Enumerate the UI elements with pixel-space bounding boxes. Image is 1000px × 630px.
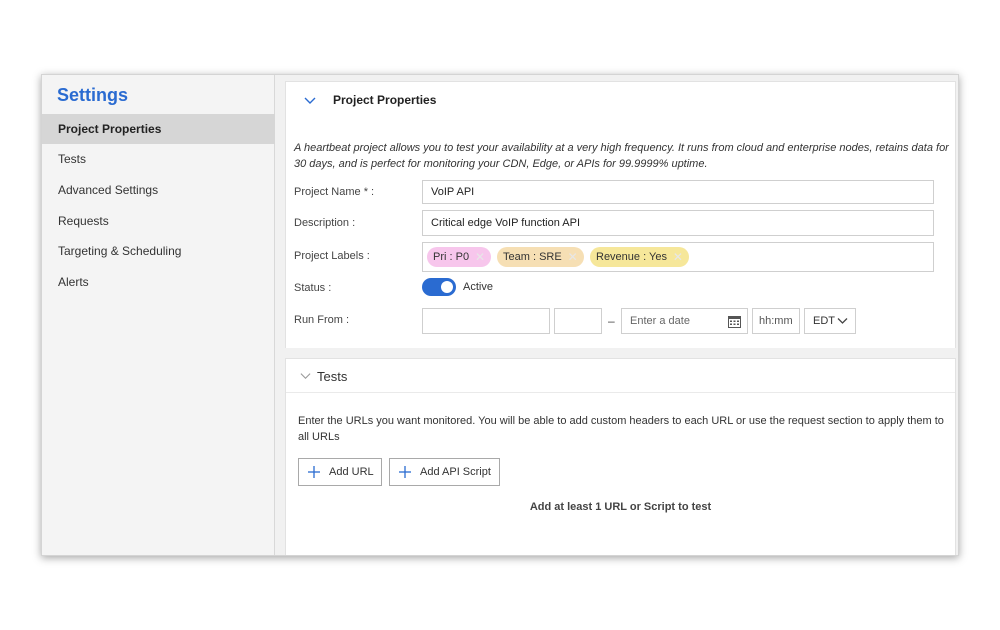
project-properties-header[interactable]: Project Properties	[286, 82, 955, 116]
main-content: Project Properties A heartbeat project a…	[275, 75, 958, 555]
project-name-label: Project Name * :	[294, 186, 375, 198]
calendar-icon[interactable]	[728, 315, 741, 328]
plus-icon	[399, 466, 411, 478]
sidebar: Settings Project Properties Tests Advanc…	[42, 75, 275, 555]
sidebar-item-requests[interactable]: Requests	[42, 206, 275, 236]
chevron-down-icon[interactable]	[304, 94, 316, 106]
run-from-start-time[interactable]	[554, 308, 602, 334]
chevron-down-icon[interactable]	[300, 370, 311, 381]
tests-title: Tests	[317, 369, 348, 384]
sidebar-item-tests[interactable]: Tests	[42, 144, 275, 174]
status-label: Status :	[294, 282, 332, 294]
label-chip-text: Team : SRE	[503, 251, 562, 263]
project-labels-label: Project Labels :	[294, 250, 370, 262]
timezone-select[interactable]: EDT	[804, 308, 856, 334]
remove-label-icon[interactable]: ✕	[475, 247, 485, 267]
status-value: Active	[463, 281, 493, 293]
add-api-script-label: Add API Script	[420, 466, 491, 478]
label-chip-text: Revenue : Yes	[596, 251, 667, 263]
sidebar-title: Settings	[57, 85, 129, 105]
remove-label-icon[interactable]: ✕	[568, 247, 578, 267]
settings-window: Settings Project Properties Tests Advanc…	[41, 74, 959, 556]
sidebar-item-alerts[interactable]: Alerts	[42, 267, 275, 297]
project-labels-input[interactable]: Pri : P0 ✕ Team : SRE ✕ Revenue : Yes ✕	[422, 242, 934, 272]
run-from-end-time[interactable]: hh:mm	[752, 308, 800, 334]
sidebar-item-project-properties[interactable]: Project Properties	[42, 114, 275, 144]
status-toggle[interactable]	[422, 278, 456, 296]
sidebar-item-advanced-settings[interactable]: Advanced Settings	[42, 175, 275, 205]
tests-description: Enter the URLs you want monitored. You w…	[298, 415, 944, 443]
project-properties-panel: Project Properties A heartbeat project a…	[285, 81, 956, 348]
timezone-value: EDT	[813, 315, 835, 327]
run-from-start-date[interactable]	[422, 308, 550, 334]
remove-label-icon[interactable]: ✕	[673, 247, 683, 267]
plus-icon	[308, 466, 320, 478]
project-intro-text: A heartbeat project allows you to test y…	[294, 142, 949, 170]
run-from-end-date[interactable]: Enter a date	[621, 308, 748, 334]
add-url-label: Add URL	[329, 466, 374, 478]
chevron-down-icon	[837, 318, 848, 324]
add-api-script-button[interactable]: Add API Script	[389, 458, 500, 486]
date-placeholder: Enter a date	[630, 315, 690, 327]
project-properties-title: Project Properties	[333, 93, 437, 107]
toggle-knob	[441, 281, 453, 293]
add-url-button[interactable]: Add URL	[298, 458, 382, 486]
tests-panel: Tests Enter the URLs you want monitored.…	[285, 358, 956, 555]
description-label: Description :	[294, 217, 356, 229]
run-from-separator: –	[608, 314, 615, 328]
label-chip-text: Pri : P0	[433, 251, 470, 263]
tests-hint: Add at least 1 URL or Script to test	[529, 501, 712, 513]
tests-header[interactable]: Tests	[286, 359, 955, 393]
run-from-label: Run From :	[294, 314, 350, 326]
label-chip: Revenue : Yes ✕	[590, 247, 689, 267]
label-chip: Pri : P0 ✕	[427, 247, 492, 267]
label-chip: Team : SRE ✕	[497, 247, 584, 267]
sidebar-item-targeting-scheduling[interactable]: Targeting & Scheduling	[42, 236, 275, 266]
description-input[interactable]: Critical edge VoIP function API	[422, 210, 934, 236]
project-name-input[interactable]: VoIP API	[422, 180, 934, 204]
